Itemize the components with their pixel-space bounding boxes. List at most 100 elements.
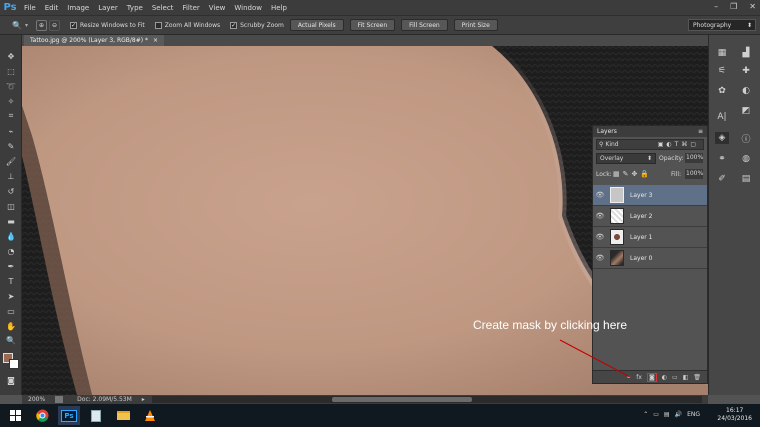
scrubby-zoom-checkbox[interactable]: ✓ Scrubby Zoom bbox=[230, 21, 284, 29]
chrome-icon[interactable] bbox=[31, 406, 53, 425]
menu-file[interactable]: File bbox=[24, 4, 36, 12]
adjustments-icon[interactable]: ◐ bbox=[739, 85, 753, 97]
opacity-input[interactable]: 100% bbox=[685, 153, 703, 163]
menu-type[interactable]: Type bbox=[127, 4, 143, 12]
menu-filter[interactable]: Filter bbox=[182, 4, 199, 12]
healing-brush-tool-icon[interactable]: ✎ bbox=[5, 141, 17, 151]
zoom-tool-icon[interactable]: 🔍 bbox=[12, 21, 22, 30]
menu-help[interactable]: Help bbox=[271, 4, 287, 12]
hand-tool-icon[interactable]: ✋ bbox=[5, 321, 17, 331]
lasso-tool-icon[interactable]: ➰ bbox=[5, 81, 17, 91]
path-selection-tool-icon[interactable]: ➤ bbox=[5, 291, 17, 301]
paths-icon[interactable]: ✐ bbox=[715, 173, 729, 185]
layer-row[interactable]: 👁 Layer 0 bbox=[593, 248, 707, 269]
new-layer-icon[interactable]: ◧ bbox=[683, 374, 689, 381]
language-indicator[interactable]: ENG bbox=[687, 411, 700, 418]
menu-layer[interactable]: Layer bbox=[98, 4, 118, 12]
fill-input[interactable]: 100% bbox=[685, 169, 703, 179]
history-brush-tool-icon[interactable]: ↺ bbox=[5, 186, 17, 196]
history-icon[interactable]: ▦ bbox=[715, 47, 729, 59]
layers-panel-title[interactable]: Layers bbox=[597, 128, 617, 135]
photoshop-taskbar-icon[interactable]: Ps bbox=[58, 406, 80, 425]
status-arrow-icon[interactable]: ▸ bbox=[142, 396, 145, 403]
visibility-eye-icon[interactable]: 👁 bbox=[593, 233, 607, 241]
workspace-select[interactable]: Photography ⬍ bbox=[688, 19, 756, 31]
character-icon[interactable]: ✿ bbox=[715, 85, 729, 97]
status-icon[interactable] bbox=[55, 396, 64, 403]
filter-icons[interactable]: ▣◐T⌘▢ bbox=[658, 141, 699, 148]
volume-icon[interactable]: 🔊 bbox=[675, 411, 682, 418]
layer-row[interactable]: 👁 Layer 1 bbox=[593, 227, 707, 248]
horizontal-scrollbar[interactable] bbox=[152, 396, 702, 403]
layer-filter-bar[interactable]: ⚲ Kind ▣◐T⌘▢ bbox=[596, 139, 704, 150]
visibility-eye-icon[interactable]: 👁 bbox=[593, 191, 607, 199]
clock[interactable]: 16:17 24/03/2016 bbox=[717, 407, 752, 423]
print-size-button[interactable]: Print Size bbox=[453, 19, 498, 31]
restore-icon[interactable]: ❐ bbox=[730, 2, 737, 11]
scrollbar-thumb[interactable] bbox=[332, 397, 472, 402]
visibility-eye-icon[interactable]: 👁 bbox=[593, 212, 607, 220]
visibility-eye-icon[interactable]: 👁 bbox=[593, 254, 607, 262]
layer-row[interactable]: 👁 Layer 3 bbox=[593, 185, 707, 206]
resize-windows-checkbox[interactable]: ✓ Resize Windows to Fit bbox=[69, 21, 145, 29]
document-tab[interactable]: Tattoo.jpg @ 200% (Layer 3, RGB/8#) * × bbox=[24, 35, 165, 46]
tool-preset-chevron-icon[interactable]: ▾ bbox=[25, 22, 28, 29]
dodge-tool-icon[interactable]: ◔ bbox=[5, 246, 17, 256]
new-group-icon[interactable]: ▭ bbox=[672, 374, 678, 381]
battery-icon[interactable]: ▭ bbox=[653, 411, 659, 418]
eyedropper-tool-icon[interactable]: ⌁ bbox=[5, 126, 17, 136]
adjustment-layer-icon[interactable]: ◐ bbox=[662, 374, 667, 381]
layer-row[interactable]: 👁 Layer 2 bbox=[593, 206, 707, 227]
blur-tool-icon[interactable]: 💧 bbox=[5, 231, 17, 241]
fit-screen-button[interactable]: Fit Screen bbox=[349, 19, 396, 31]
info-icon[interactable]: ⓘ bbox=[739, 132, 753, 145]
quick-mask-icon[interactable]: ◙ bbox=[5, 375, 17, 385]
close-icon[interactable]: × bbox=[153, 37, 158, 44]
zoom-all-windows-checkbox[interactable]: Zoom All Windows bbox=[154, 21, 220, 29]
swatches-icon[interactable]: ▤ bbox=[739, 173, 753, 185]
brush-tool-icon[interactable]: 🖌 bbox=[5, 156, 17, 166]
layers-panel-icon[interactable]: ◈ bbox=[715, 132, 729, 144]
pen-tool-icon[interactable]: ✒ bbox=[5, 261, 17, 271]
zoom-tool-icon[interactable]: 🔍 bbox=[5, 335, 17, 345]
fx-icon[interactable]: fx bbox=[636, 374, 642, 381]
vlc-icon[interactable] bbox=[139, 406, 161, 425]
quick-select-tool-icon[interactable]: ✧ bbox=[5, 96, 17, 106]
brush-presets-icon[interactable]: ⚟ bbox=[715, 65, 729, 77]
add-mask-icon[interactable]: ◙ bbox=[646, 372, 657, 382]
trash-icon[interactable]: 🗑 bbox=[693, 374, 701, 381]
fill-screen-button[interactable]: Fill Screen bbox=[401, 19, 448, 31]
color-icon[interactable]: ◍ bbox=[739, 153, 753, 165]
histogram-icon[interactable]: ▟ bbox=[739, 47, 753, 59]
eraser-tool-icon[interactable]: ◫ bbox=[5, 201, 17, 211]
rectangle-tool-icon[interactable]: ▭ bbox=[5, 306, 17, 316]
actual-pixels-button[interactable]: Actual Pixels bbox=[289, 19, 344, 31]
menu-view[interactable]: View bbox=[209, 4, 226, 12]
menu-edit[interactable]: Edit bbox=[45, 4, 59, 12]
lock-icons[interactable]: ▦✎✥🔒 bbox=[613, 170, 652, 178]
chevron-up-icon[interactable]: ⌃ bbox=[643, 411, 648, 418]
close-icon[interactable]: ✕ bbox=[749, 2, 756, 11]
zoom-out-icon[interactable]: ⊖ bbox=[48, 19, 60, 31]
gradient-tool-icon[interactable]: ▬ bbox=[5, 216, 17, 226]
menu-window[interactable]: Window bbox=[234, 4, 262, 12]
menu-image[interactable]: Image bbox=[67, 4, 89, 12]
background-color-swatch[interactable] bbox=[9, 359, 19, 369]
type-tool-icon[interactable]: T bbox=[5, 276, 17, 286]
crop-tool-icon[interactable]: ⌗ bbox=[5, 111, 17, 121]
file-explorer-icon[interactable] bbox=[112, 406, 134, 425]
clone-stamp-tool-icon[interactable]: ⊥ bbox=[5, 171, 17, 181]
panel-menu-icon[interactable]: ≡ bbox=[698, 128, 703, 135]
windows-start-icon[interactable] bbox=[4, 406, 26, 425]
blend-mode-select[interactable]: Overlay ⬍ bbox=[596, 153, 656, 164]
menu-select[interactable]: Select bbox=[152, 4, 174, 12]
styles-icon[interactable]: ◩ bbox=[739, 105, 753, 117]
channels-icon[interactable]: ⚭ bbox=[715, 153, 729, 165]
zoom-in-icon[interactable]: ⊕ bbox=[35, 19, 47, 31]
network-icon[interactable]: ▤ bbox=[664, 411, 670, 418]
document-app-icon[interactable] bbox=[85, 406, 107, 425]
marquee-tool-icon[interactable]: ⬚ bbox=[5, 66, 17, 76]
zoom-level[interactable]: 200% bbox=[28, 396, 45, 403]
move-tool-icon[interactable]: ✥ bbox=[5, 51, 17, 61]
link-layers-icon[interactable]: ⚭ bbox=[626, 374, 631, 381]
